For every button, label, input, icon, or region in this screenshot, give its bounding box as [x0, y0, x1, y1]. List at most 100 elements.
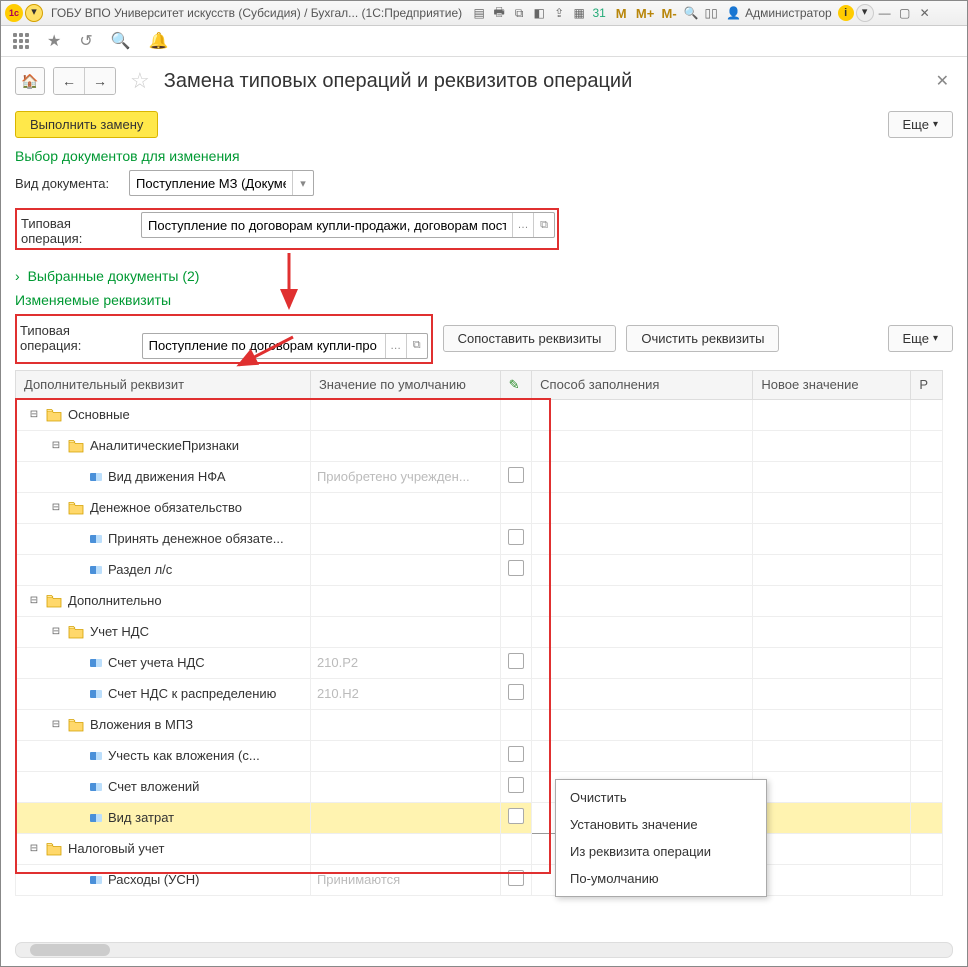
tree-row[interactable]: ⊟Учет НДС: [16, 616, 943, 647]
checkbox[interactable]: [508, 529, 524, 545]
col-header-check[interactable]: ✎: [500, 370, 532, 399]
calendar-icon[interactable]: 31: [590, 4, 608, 22]
open-icon[interactable]: ⧉: [406, 334, 427, 358]
checkbox[interactable]: [508, 653, 524, 669]
collapse-icon[interactable]: ⊟: [50, 502, 62, 514]
selected-docs-toggle[interactable]: › Выбранные документы (2): [15, 268, 953, 284]
tree-row[interactable]: ⊟Налоговый учет: [16, 833, 943, 864]
compare-icon[interactable]: ◧: [530, 4, 548, 22]
col-header-name[interactable]: Дополнительный реквизит: [16, 370, 311, 399]
back-button[interactable]: ←: [54, 68, 85, 94]
zoom-icon[interactable]: 🔍: [682, 4, 700, 22]
op1-input[interactable]: [142, 216, 512, 235]
more-button-top[interactable]: Еще▾: [888, 111, 953, 138]
tree-row[interactable]: Вид движения НФАПриобретено учрежден...: [16, 461, 943, 492]
collapse-icon[interactable]: ⊟: [28, 595, 40, 607]
user-label[interactable]: 👤Администратор: [726, 6, 832, 20]
tree-label: АналитическиеПризнаки: [90, 438, 239, 453]
m-plus-icon[interactable]: M+: [634, 4, 656, 22]
doc-type-input[interactable]: [130, 174, 292, 193]
dropdown-icon[interactable]: ▾: [25, 4, 43, 22]
tree-label: Принять денежное обязате...: [108, 531, 284, 546]
ellipsis-icon[interactable]: …: [385, 334, 406, 358]
print-icon[interactable]: 🖶: [490, 4, 508, 22]
checkbox[interactable]: [508, 870, 524, 886]
horizontal-scrollbar[interactable]: [15, 942, 953, 958]
default-value: 210.Н2: [317, 686, 359, 701]
checkbox[interactable]: [508, 560, 524, 576]
panel-icon[interactable]: ▯▯: [702, 4, 720, 22]
op1-field[interactable]: … ⧉: [141, 212, 555, 238]
attribute-icon: [90, 535, 102, 543]
checkbox[interactable]: [508, 467, 524, 483]
tree-row[interactable]: ⊟Основные: [16, 399, 943, 430]
tree-row[interactable]: ⊟Денежное обязательство: [16, 492, 943, 523]
tree-label: Вид движения НФА: [108, 469, 226, 484]
history-icon[interactable]: ↺: [79, 31, 92, 51]
tree-row[interactable]: ⊟ АналитическиеПризнаки: [16, 430, 943, 461]
col-header-end[interactable]: Р: [911, 370, 943, 399]
copy-icon[interactable]: ⧉: [510, 4, 528, 22]
tree-row[interactable]: Расходы (УСН)Принимаются: [16, 864, 943, 895]
tree-row[interactable]: Принять денежное обязате...: [16, 523, 943, 554]
change-cmd-row: Типовая операция: … ⧉ Сопоставить реквиз…: [15, 314, 953, 364]
star-outline-icon[interactable]: ☆: [130, 68, 150, 94]
chevron-down-icon[interactable]: ▾: [292, 171, 313, 195]
tree-row[interactable]: Счет учета НДС210.Р2: [16, 647, 943, 678]
close-page-icon[interactable]: ✕: [932, 67, 953, 95]
tree-row[interactable]: Счет НДС к распределению210.Н2: [16, 678, 943, 709]
notifications-icon[interactable]: 🔔: [149, 31, 169, 51]
checkbox[interactable]: [508, 746, 524, 762]
info-dropdown-icon[interactable]: ▾: [856, 4, 874, 22]
m-minus-icon[interactable]: M-: [658, 4, 680, 22]
ellipsis-icon[interactable]: …: [512, 213, 533, 237]
op2-input[interactable]: [143, 336, 385, 355]
checkbox[interactable]: [508, 684, 524, 700]
more-button-grid[interactable]: Еще▾: [888, 325, 953, 352]
run-replace-button[interactable]: Выполнить замену: [15, 111, 158, 138]
op2-field[interactable]: … ⧉: [142, 333, 428, 359]
clear-requisites-button[interactable]: Очистить реквизиты: [626, 325, 779, 352]
close-window-icon[interactable]: ✕: [916, 4, 934, 22]
collapse-icon[interactable]: ⊟: [50, 440, 62, 452]
open-icon[interactable]: ⧉: [533, 213, 554, 237]
search-icon[interactable]: 🔍: [111, 31, 131, 51]
favorite-icon[interactable]: ★: [47, 31, 61, 51]
export-icon[interactable]: ⇪: [550, 4, 568, 22]
highlight-box-1: Типовая операция: … ⧉: [15, 208, 559, 250]
tree-row[interactable]: ⊟Вложения в МПЗ: [16, 709, 943, 740]
tree-row[interactable]: Учесть как вложения (с...: [16, 740, 943, 771]
tree-row[interactable]: Счет вложений: [16, 771, 943, 802]
scroll-thumb[interactable]: [30, 944, 110, 956]
collapse-icon[interactable]: ⊟: [28, 843, 40, 855]
ctx-default[interactable]: По-умолчанию: [556, 865, 766, 892]
doc-type-field[interactable]: ▾: [129, 170, 314, 196]
home-button[interactable]: 🏠: [15, 67, 45, 95]
tree-row[interactable]: Раздел л/с: [16, 554, 943, 585]
collapse-icon[interactable]: ⊟: [50, 719, 62, 731]
grid-header: Дополнительный реквизит Значение по умол…: [16, 370, 943, 399]
collapse-icon[interactable]: ⊟: [28, 409, 40, 421]
map-requisites-button[interactable]: Сопоставить реквизиты: [443, 325, 617, 352]
ctx-from-op[interactable]: Из реквизита операции: [556, 838, 766, 865]
checkbox[interactable]: [508, 808, 524, 824]
pencil-icon: ✎: [509, 377, 520, 392]
print-preview-icon[interactable]: ▤: [470, 4, 488, 22]
apps-icon[interactable]: [13, 33, 29, 49]
minimize-icon[interactable]: —: [876, 4, 894, 22]
col-header-new[interactable]: Новое значение: [753, 370, 911, 399]
m-icon[interactable]: M: [610, 4, 632, 22]
forward-button[interactable]: →: [85, 68, 115, 94]
checkbox[interactable]: [508, 777, 524, 793]
context-menu: Очистить Установить значение Из реквизит…: [555, 779, 767, 897]
col-header-default[interactable]: Значение по умолчанию: [310, 370, 500, 399]
col-header-method[interactable]: Способ заполнения: [532, 370, 753, 399]
maximize-icon[interactable]: ▢: [896, 4, 914, 22]
ctx-set-value[interactable]: Установить значение: [556, 811, 766, 838]
calc-icon[interactable]: ▦: [570, 4, 588, 22]
tree-row[interactable]: ⊟Дополнительно: [16, 585, 943, 616]
info-icon[interactable]: i: [838, 5, 854, 21]
ctx-clear[interactable]: Очистить: [556, 784, 766, 811]
collapse-icon[interactable]: ⊟: [50, 626, 62, 638]
tree-row[interactable]: Вид затрат▾: [16, 802, 943, 833]
